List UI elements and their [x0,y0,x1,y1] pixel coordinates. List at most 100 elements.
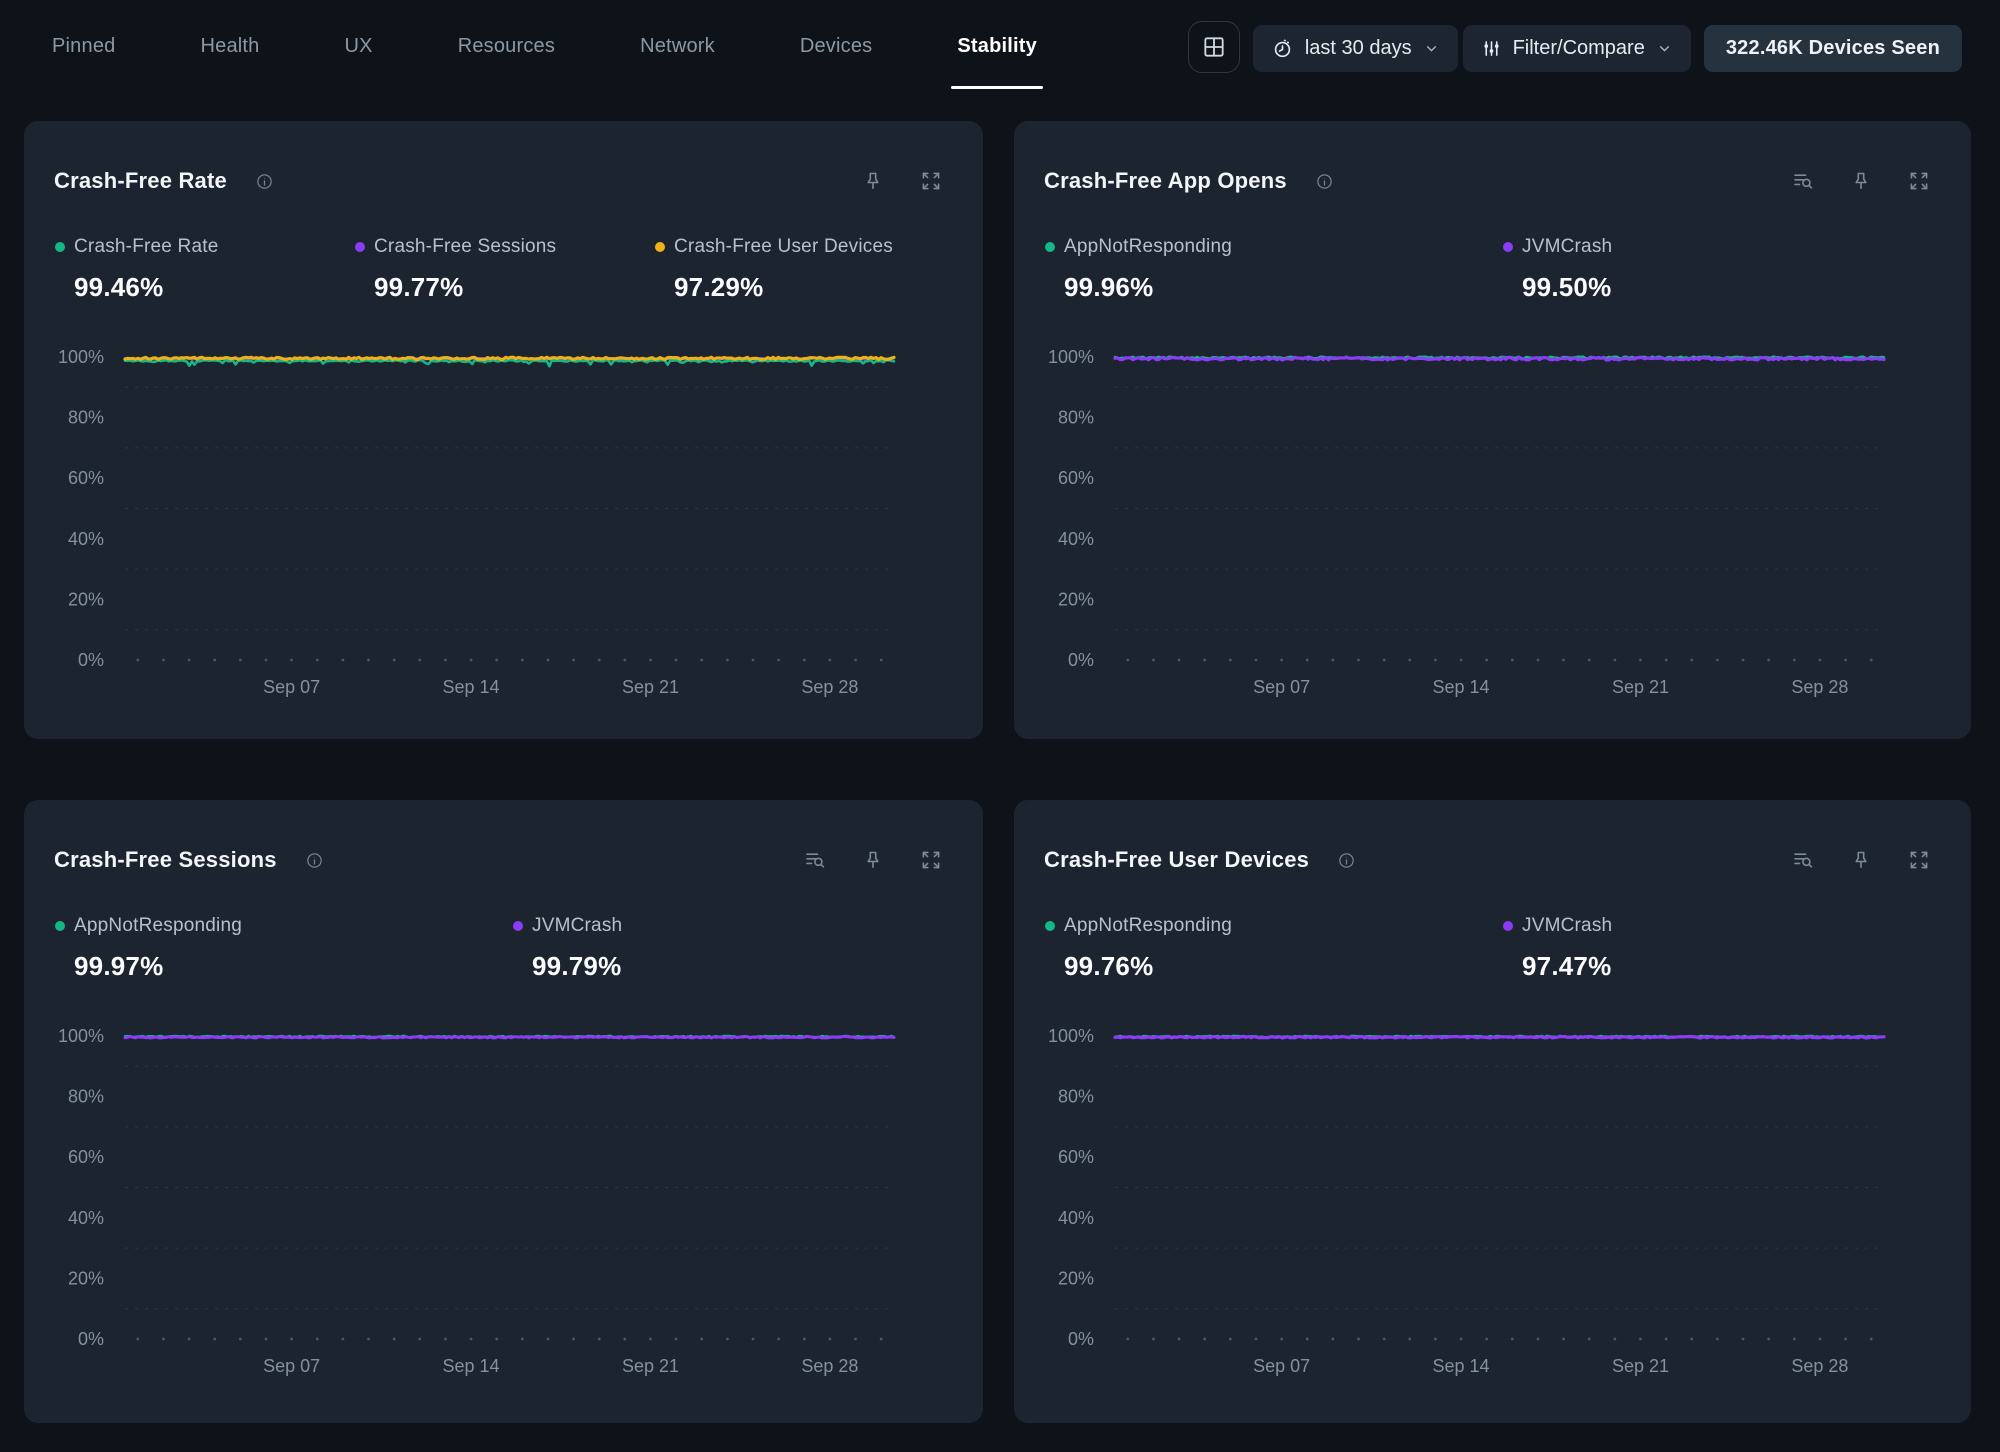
expand-icon[interactable] [919,169,943,193]
tab-ux[interactable]: UX [345,0,373,93]
tab-stability[interactable]: Stability [957,0,1037,93]
devices-seen-badge: 322.46K Devices Seen [1704,25,1962,72]
svg-text:80%: 80% [68,408,104,428]
time-filter-group: last 30 days Filter/Compare [1253,17,1691,72]
series-dot [55,921,65,931]
legend-item[interactable]: AppNotResponding [1045,915,1503,937]
tab-devices[interactable]: Devices [800,0,873,93]
legend: AppNotResponding JVMCrash [1045,231,1931,263]
legend-item[interactable]: AppNotResponding [55,915,513,937]
svg-text:Sep 28: Sep 28 [801,677,858,697]
svg-text:80%: 80% [1058,408,1094,428]
panel-title: Crash-Free Sessions [54,847,277,873]
legend: AppNotResponding JVMCrash [1045,910,1931,942]
top-nav: Pinned Health UX Resources Network Devic… [0,0,2000,93]
legend-item[interactable]: Crash-Free Rate [55,236,355,258]
chevron-down-icon [1423,40,1440,57]
legend-item[interactable]: Crash-Free User Devices [655,236,893,258]
svg-text:Sep 28: Sep 28 [1791,1356,1848,1376]
series-value: 97.29% [655,272,763,303]
panel-title: Crash-Free User Devices [1044,847,1309,873]
info-icon[interactable] [1315,172,1334,191]
filter-compare-label: Filter/Compare [1513,37,1645,60]
svg-text:40%: 40% [68,1208,104,1228]
pin-icon[interactable] [1849,169,1873,193]
series-value: 99.50% [1503,272,1611,303]
line-chart: 100%80%60%40%20%0%Sep 07Sep 14Sep 21Sep … [55,327,949,717]
svg-text:Sep 07: Sep 07 [1253,677,1310,697]
legend-item[interactable]: AppNotResponding [1045,236,1503,258]
svg-text:0%: 0% [78,650,104,670]
svg-text:Sep 07: Sep 07 [1253,1356,1310,1376]
legend-item[interactable]: JVMCrash [1503,915,1612,937]
header-controls: last 30 days Filter/Compare 322.46K Devi [1188,16,1962,73]
svg-text:Sep 21: Sep 21 [622,677,679,697]
line-chart: 100%80%60%40%20%0%Sep 07Sep 14Sep 21Sep … [1045,327,1939,717]
series-dot [655,242,665,252]
svg-text:20%: 20% [1058,1268,1094,1288]
tab-health[interactable]: Health [200,0,259,93]
svg-text:Sep 28: Sep 28 [801,1356,858,1376]
text-search-icon[interactable] [1791,848,1815,872]
series-dot [1045,921,1055,931]
panel-crash-free-app-opens: Crash-Free App Opens [1014,121,1971,739]
sliders-icon [1481,38,1502,59]
svg-text:Sep 21: Sep 21 [1612,1356,1669,1376]
svg-text:60%: 60% [68,1147,104,1167]
info-icon[interactable] [1337,851,1356,870]
series-dot [1503,921,1513,931]
svg-text:20%: 20% [68,1268,104,1288]
tab-resources[interactable]: Resources [458,0,555,93]
time-range-button[interactable]: last 30 days [1253,25,1458,72]
expand-icon[interactable] [1907,848,1931,872]
series-value: 97.47% [1503,951,1611,982]
legend-item[interactable]: JVMCrash [1503,236,1612,258]
text-search-icon[interactable] [803,848,827,872]
expand-icon[interactable] [919,848,943,872]
series-value: 99.76% [1045,951,1503,982]
legend-item[interactable]: JVMCrash [513,915,622,937]
clock-icon [1271,37,1294,60]
svg-text:60%: 60% [1058,468,1094,488]
svg-text:Sep 14: Sep 14 [443,1356,500,1376]
legend: AppNotResponding JVMCrash [55,910,943,942]
svg-text:Sep 07: Sep 07 [263,677,320,697]
svg-text:60%: 60% [68,468,104,488]
svg-text:Sep 21: Sep 21 [622,1356,679,1376]
svg-text:Sep 21: Sep 21 [1612,677,1669,697]
panel-crash-free-rate: Crash-Free Rate [24,121,983,739]
tab-network[interactable]: Network [640,0,715,93]
panel-crash-free-sessions: Crash-Free Sessions [24,800,983,1423]
text-search-icon[interactable] [1791,169,1815,193]
series-value: 99.79% [513,951,621,982]
time-range-label: last 30 days [1305,37,1412,60]
series-dot [513,921,523,931]
info-icon[interactable] [305,851,324,870]
svg-text:0%: 0% [78,1329,104,1349]
svg-text:80%: 80% [1058,1087,1094,1107]
info-icon[interactable] [255,172,274,191]
pin-icon[interactable] [1849,848,1873,872]
panel-crash-free-user-devices: Crash-Free User Devices [1014,800,1971,1423]
series-dot [55,242,65,252]
expand-icon[interactable] [1907,169,1931,193]
filter-compare-button[interactable]: Filter/Compare [1463,25,1691,72]
series-dot [1045,242,1055,252]
tab-pinned[interactable]: Pinned [52,0,115,93]
layout-grid-button[interactable] [1188,21,1240,73]
svg-text:0%: 0% [1068,650,1094,670]
svg-text:60%: 60% [1058,1147,1094,1167]
pin-icon[interactable] [861,169,885,193]
svg-text:20%: 20% [68,589,104,609]
line-chart: 100%80%60%40%20%0%Sep 07Sep 14Sep 21Sep … [1045,1006,1939,1396]
svg-text:80%: 80% [68,1087,104,1107]
series-dot [355,242,365,252]
svg-text:100%: 100% [58,1026,104,1046]
series-dot [1503,242,1513,252]
svg-text:Sep 14: Sep 14 [1433,1356,1490,1376]
svg-text:40%: 40% [1058,529,1094,549]
svg-text:0%: 0% [1068,1329,1094,1349]
legend: Crash-Free Rate Crash-Free Sessions Cras… [55,231,943,263]
pin-icon[interactable] [861,848,885,872]
legend-item[interactable]: Crash-Free Sessions [355,236,655,258]
